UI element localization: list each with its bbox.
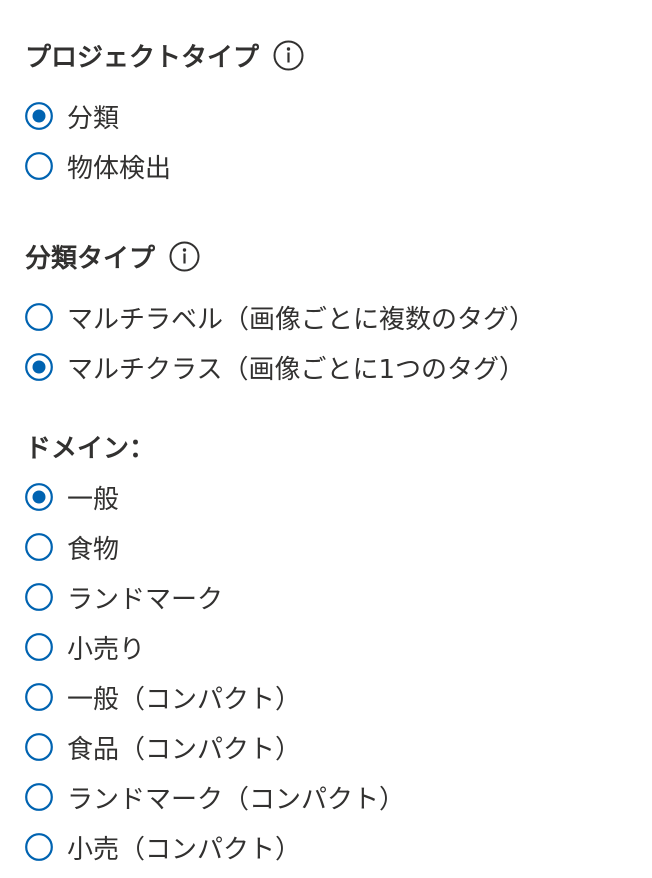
radio-label: 一般	[67, 484, 120, 515]
radio-button[interactable]	[25, 633, 53, 661]
radio-button[interactable]	[25, 783, 53, 811]
radio-multilabel[interactable]: マルチラベル（画像ごとに複数のタグ）	[25, 300, 536, 335]
domain-heading: ドメイン：	[25, 429, 156, 464]
info-circle-icon[interactable]	[169, 241, 200, 272]
radio-domain-food[interactable]: 食物	[25, 530, 120, 565]
radio-label: ランドマーク（コンパクト）	[67, 784, 406, 815]
radio-domain-landmarks-compact[interactable]: ランドマーク（コンパクト）	[25, 780, 406, 815]
radio-domain-general-compact[interactable]: 一般（コンパクト）	[25, 680, 302, 715]
radio-button[interactable]	[25, 533, 53, 561]
domain-heading-text: ドメイン：	[25, 433, 156, 464]
radio-label: 食品（コンパクト）	[67, 734, 302, 765]
radio-button[interactable]	[25, 303, 53, 331]
radio-button[interactable]	[25, 483, 53, 511]
radio-domain-landmarks[interactable]: ランドマーク	[25, 580, 224, 615]
radio-button[interactable]	[25, 102, 53, 130]
radio-domain-general[interactable]: 一般	[25, 480, 120, 515]
radio-label: 小売り	[67, 634, 146, 665]
radio-label: マルチクラス（画像ごとに1つのタグ）	[67, 354, 526, 385]
radio-label: 食物	[67, 534, 120, 565]
radio-label: 分類	[67, 103, 120, 134]
classification-type-heading-text: 分類タイプ	[25, 243, 156, 274]
radio-button[interactable]	[25, 583, 53, 611]
radio-label: 物体検出	[67, 153, 172, 184]
radio-label: 小売（コンパクト）	[67, 834, 302, 865]
info-circle-icon[interactable]	[273, 40, 304, 71]
radio-project-type-classification[interactable]: 分類	[25, 99, 120, 134]
classification-type-heading: 分類タイプ	[25, 237, 200, 275]
radio-button[interactable]	[25, 683, 53, 711]
radio-multiclass[interactable]: マルチクラス（画像ごとに1つのタグ）	[25, 350, 526, 385]
radio-button[interactable]	[25, 152, 53, 180]
radio-button[interactable]	[25, 353, 53, 381]
radio-button[interactable]	[25, 733, 53, 761]
radio-label: マルチラベル（画像ごとに複数のタグ）	[67, 304, 536, 335]
radio-domain-retail-compact[interactable]: 小売（コンパクト）	[25, 830, 302, 865]
radio-project-type-object-detection[interactable]: 物体検出	[25, 149, 172, 184]
radio-label: 一般（コンパクト）	[67, 684, 302, 715]
radio-label: ランドマーク	[67, 584, 224, 615]
project-type-heading: プロジェクトタイプ	[25, 36, 304, 74]
radio-domain-retail[interactable]: 小売り	[25, 630, 146, 665]
radio-button[interactable]	[25, 833, 53, 861]
radio-domain-food-compact[interactable]: 食品（コンパクト）	[25, 730, 302, 765]
project-type-heading-text: プロジェクトタイプ	[25, 42, 260, 73]
